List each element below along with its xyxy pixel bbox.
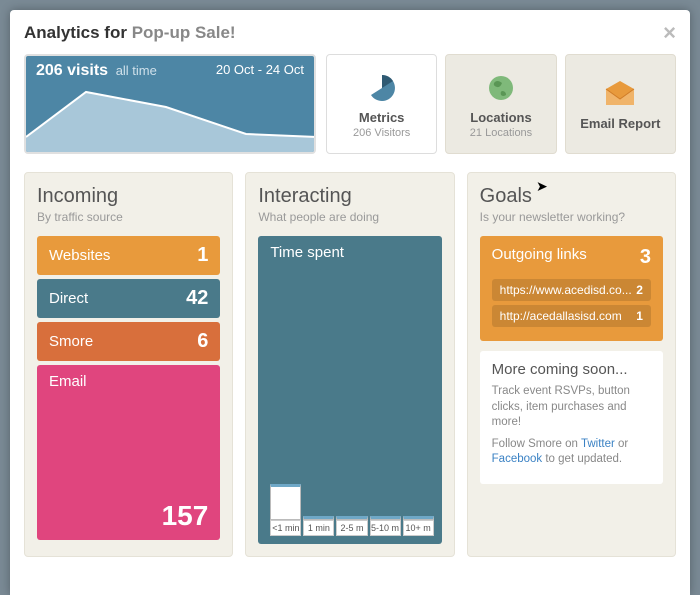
modal-title: Analytics for Pop-up Sale! [24, 23, 236, 43]
close-icon[interactable]: × [663, 22, 676, 44]
globe-icon [485, 72, 517, 104]
tab-email-report[interactable]: Email Report [565, 54, 676, 154]
tabs: Metrics 206 Visitors Locations 21 Locati… [326, 54, 676, 154]
coming-body: Track event RSVPs, button clicks, item p… [492, 384, 651, 431]
envelope-icon [604, 78, 636, 110]
outgoing-links-card[interactable]: Outgoing links 3 https://www.acedisd.co.… [480, 236, 663, 341]
panel-title: Interacting [258, 185, 441, 208]
tab-locations[interactable]: Locations 21 Locations [445, 54, 556, 154]
coming-soon-card: More coming soon... Track event RSVPs, b… [480, 351, 663, 484]
source-direct[interactable]: Direct 42 [37, 279, 220, 318]
top-row: 206 visits all time 20 Oct - 24 Oct Metr… [24, 54, 676, 154]
coming-title: More coming soon... [492, 361, 651, 378]
tab-label: Metrics [359, 110, 405, 125]
outgoing-link-row[interactable]: http://acedallasisd.com 1 [492, 305, 651, 327]
modal-header: Analytics for Pop-up Sale! × [24, 22, 676, 44]
histo-bar [270, 484, 301, 520]
panel-subtitle: By traffic source [37, 210, 220, 224]
source-websites[interactable]: Websites 1 [37, 236, 220, 275]
time-histogram: <1 min 1 min 2-5 m 5-10 m 10+ m [270, 486, 433, 536]
source-smore[interactable]: Smore 6 [37, 322, 220, 361]
visits-daterange: 20 Oct - 24 Oct [216, 62, 304, 80]
goals-panel: Goals Is your newsletter working? Outgoi… [467, 172, 676, 557]
pie-chart-icon [366, 72, 398, 104]
source-email[interactable]: Email 157 [37, 365, 220, 540]
visits-card[interactable]: 206 visits all time 20 Oct - 24 Oct [24, 54, 316, 154]
coming-follow: Follow Smore on Twitter or Facebook to g… [492, 437, 651, 468]
visits-sparkline-icon [26, 82, 316, 152]
interacting-panel: Interacting What people are doing Time s… [245, 172, 454, 557]
facebook-link[interactable]: Facebook [492, 453, 543, 465]
panel-subtitle: What people are doing [258, 210, 441, 224]
card-title: Time spent [270, 244, 433, 261]
columns: Incoming By traffic source Websites 1 Di… [24, 172, 676, 557]
panel-subtitle: Is your newsletter working? [480, 210, 663, 224]
panel-title: Goals [480, 185, 663, 208]
tab-label: Email Report [580, 116, 660, 131]
tab-sublabel: 21 Locations [470, 127, 532, 139]
tab-sublabel: 206 Visitors [353, 127, 410, 139]
title-page-name: Pop-up Sale! [132, 23, 236, 42]
title-prefix: Analytics for [24, 23, 132, 42]
analytics-modal: Analytics for Pop-up Sale! × 206 visits … [10, 10, 690, 595]
incoming-panel: Incoming By traffic source Websites 1 Di… [24, 172, 233, 557]
twitter-link[interactable]: Twitter [581, 438, 615, 450]
tab-metrics[interactable]: Metrics 206 Visitors [326, 54, 437, 154]
tab-label: Locations [470, 110, 531, 125]
panel-title: Incoming [37, 185, 220, 208]
outgoing-count: 3 [640, 246, 651, 269]
card-title: Outgoing links [492, 246, 587, 269]
time-spent-card[interactable]: Time spent <1 min 1 min 2-5 m 5-10 m 10+… [258, 236, 441, 544]
visits-count: 206 visits all time [36, 62, 157, 80]
outgoing-link-row[interactable]: https://www.acedisd.co... 2 [492, 279, 651, 301]
